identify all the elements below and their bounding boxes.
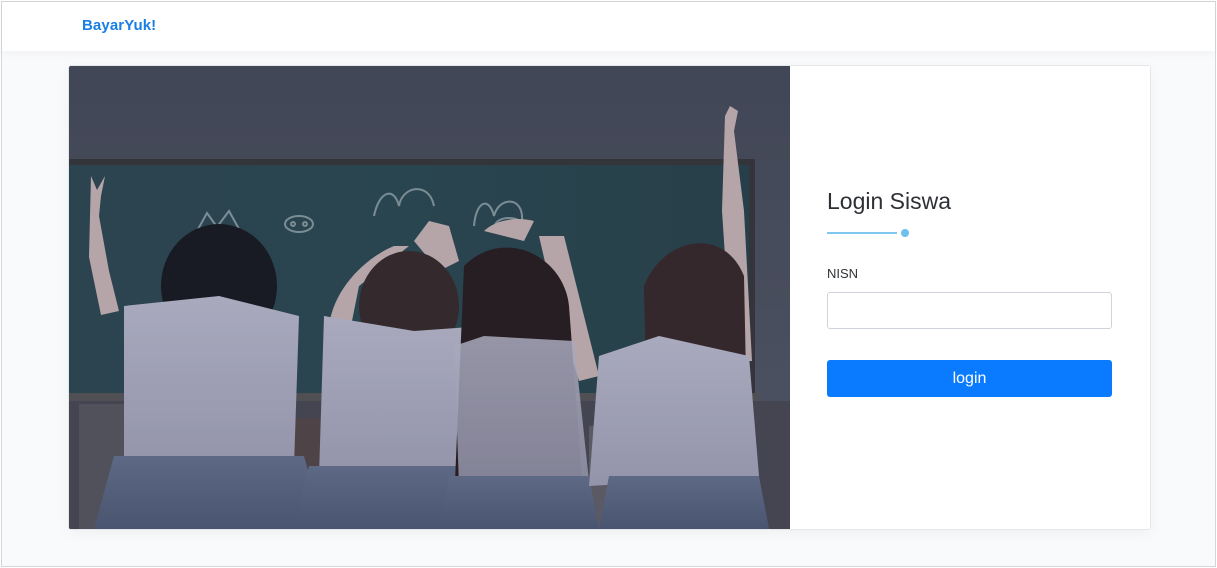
navbar: BayarYuk!	[2, 2, 1215, 51]
brand-logo[interactable]: BayarYuk!	[82, 17, 156, 34]
login-card: Login Siswa NISN login	[68, 65, 1151, 530]
hero-image	[69, 66, 790, 529]
login-form: Login Siswa NISN login	[790, 66, 1150, 529]
form-title: Login Siswa	[827, 188, 952, 214]
nisn-input[interactable]	[827, 292, 1112, 329]
login-button[interactable]: login	[827, 360, 1112, 397]
nisn-label: NISN	[827, 266, 859, 281]
browser-viewport: BayarYuk! Login Siswa NISN login	[1, 1, 1216, 567]
title-dot-icon	[901, 229, 909, 237]
title-underline	[827, 232, 897, 234]
